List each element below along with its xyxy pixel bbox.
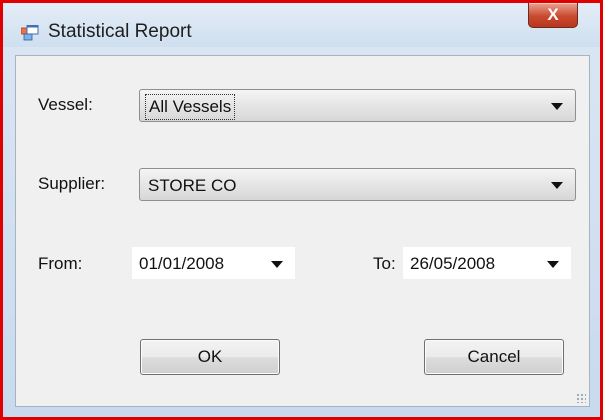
form-window-icon [21,25,39,41]
chevron-down-icon [547,261,559,268]
statistical-report-window: Statistical Report X Vessel: All Vessels… [0,0,603,420]
from-label: From: [38,254,83,273]
to-date-value: 26/05/2008 [410,254,496,273]
from-date-value: 01/01/2008 [139,254,225,273]
vessel-selected-value: All Vessels [145,94,236,120]
vessel-label: Vessel: [38,95,93,114]
to-date-picker[interactable]: 26/05/2008 [402,246,572,280]
from-date-picker[interactable]: 01/01/2008 [131,246,296,280]
vessel-dropdown[interactable]: All Vessels [139,89,576,122]
close-button[interactable]: X [528,3,578,28]
resize-grip-icon[interactable] [576,393,586,403]
chevron-down-icon [551,103,563,110]
window-title: Statistical Report [48,21,192,42]
ok-button[interactable]: OK [140,339,280,375]
chevron-down-icon [271,261,283,268]
supplier-label: Supplier: [38,174,106,193]
title-bar[interactable]: Statistical Report X [3,3,600,47]
supplier-dropdown[interactable]: STORE CO [139,168,576,201]
close-icon: X [547,5,559,24]
cancel-button[interactable]: Cancel [424,339,564,375]
chevron-down-icon [551,182,563,189]
supplier-selected-value: STORE CO [148,176,237,195]
to-label: To: [373,254,396,273]
dialog-body: Vessel: All Vessels Supplier: STORE CO F… [15,55,590,407]
